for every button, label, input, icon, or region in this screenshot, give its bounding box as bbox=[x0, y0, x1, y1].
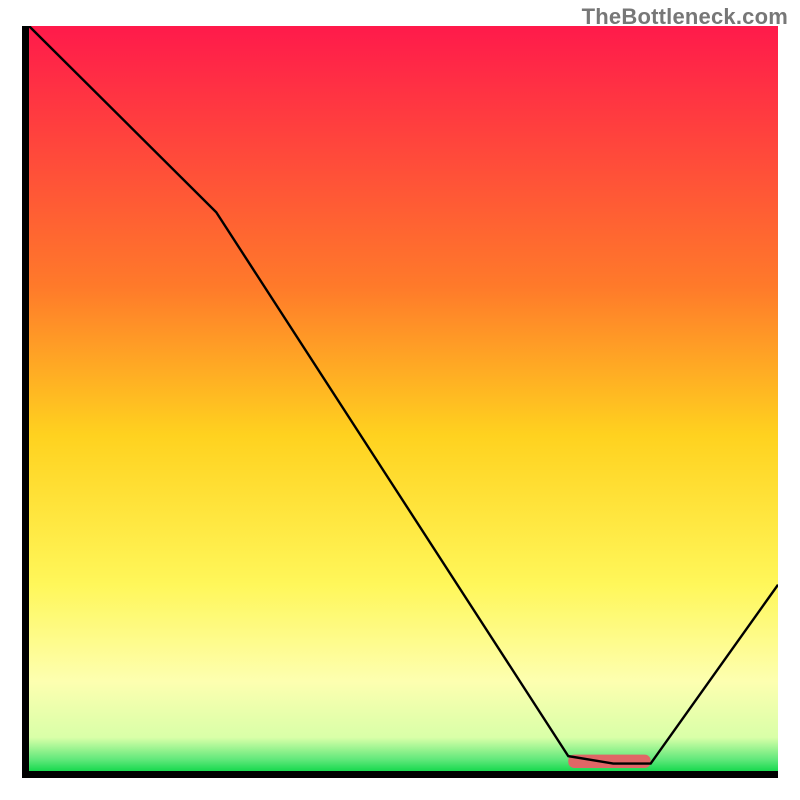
optimal-band-marker bbox=[568, 755, 650, 768]
chart-stage: TheBottleneck.com bbox=[0, 0, 800, 800]
plot-area bbox=[29, 26, 778, 771]
